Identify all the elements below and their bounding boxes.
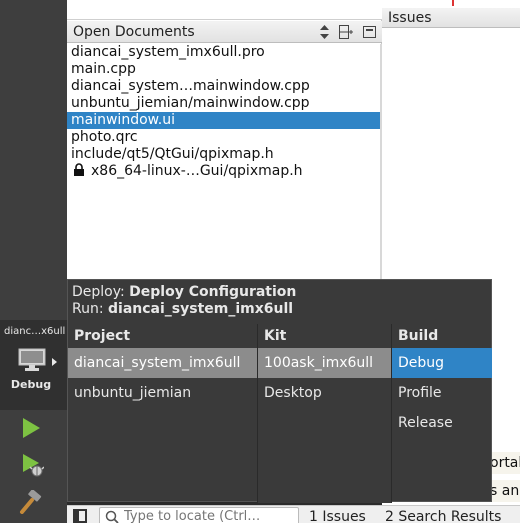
list-item[interactable]: diancai_system_imx6ull.pro <box>67 44 382 61</box>
kit-column-title: Kit <box>264 328 287 344</box>
toggle-sidebar-icon[interactable] <box>73 509 87 523</box>
pane-top-strip <box>67 0 382 20</box>
build-hammer-icon[interactable] <box>19 490 43 514</box>
project-column-title: Project <box>74 328 131 344</box>
kit-target-selector[interactable]: dianc…x6ull Debug <box>0 320 67 410</box>
run-line: Run: diancai_system_imx6ull <box>72 301 296 318</box>
status-bar: 1 Issues 2 Search Results <box>67 505 520 523</box>
build-row[interactable]: Profile <box>392 378 492 408</box>
list-item[interactable]: main.cpp <box>67 61 382 78</box>
locator-input[interactable] <box>124 508 294 523</box>
list-item[interactable]: unbuntu_jiemian/mainwindow.cpp <box>67 95 382 112</box>
config-columns: Project diancai_system_imx6ull unbuntu_j… <box>68 324 493 503</box>
tab-search-results[interactable]: 2 Search Results <box>385 509 501 523</box>
document-label: main.cpp <box>71 61 136 77</box>
kit-row[interactable]: Desktop <box>258 378 391 408</box>
kit-name: dianc…x6ull <box>4 326 66 337</box>
run-configuration-popup: Deploy: Deploy Configuration Run: dianca… <box>67 279 493 503</box>
issue-text-fragment: s and <box>490 480 520 502</box>
locator[interactable] <box>99 507 299 523</box>
up-down-arrows-icon[interactable] <box>320 25 329 39</box>
deploy-value: Deploy Configuration <box>129 284 297 300</box>
issues-title: Issues <box>388 10 432 26</box>
mode-bar-background <box>0 0 67 312</box>
list-item-selected[interactable]: mainwindow.ui <box>67 112 382 129</box>
build-column: Build Debug Profile Release <box>392 324 492 503</box>
open-documents-list: diancai_system_imx6ull.pro main.cpp dian… <box>67 44 382 180</box>
chevron-right-icon <box>52 358 57 366</box>
document-label: mainwindow.ui <box>71 112 176 128</box>
search-icon <box>105 510 119 523</box>
popup-header: Deploy: Deploy Configuration Run: dianca… <box>72 284 296 318</box>
document-label: include/qt5/QtGui/qpixmap.h <box>71 146 274 162</box>
build-column-title: Build <box>398 328 439 344</box>
list-item[interactable]: include/qt5/QtGui/qpixmap.h <box>67 146 382 163</box>
close-pane-icon[interactable] <box>363 26 376 38</box>
list-item[interactable]: diancai_system…mainwindow.cpp <box>67 78 382 95</box>
kit-column: Kit 100ask_imx6ull Desktop <box>258 324 391 503</box>
project-row[interactable]: diancai_system_imx6ull <box>68 348 257 378</box>
kit-build-label: Debug <box>10 378 52 391</box>
document-label: x86_64-linux-…Gui/qpixmap.h <box>91 163 303 179</box>
kit-row[interactable]: 100ask_imx6ull <box>258 348 391 378</box>
tab-issues[interactable]: 1 Issues <box>309 509 366 523</box>
mode-bar: dianc…x6ull Debug <box>0 0 67 523</box>
monitor-icon <box>18 348 46 371</box>
debug-run-icon[interactable] <box>20 453 44 477</box>
issue-text-fragment: ortal <box>490 452 520 474</box>
open-documents-pane: Open Documents diancai_system_imx6ull.pr… <box>67 0 382 280</box>
document-label: diancai_system_imx6ull.pro <box>71 44 265 60</box>
deploy-label: Deploy: <box>72 284 125 300</box>
deploy-line: Deploy: Deploy Configuration <box>72 284 296 301</box>
project-column: Project diancai_system_imx6ull unbuntu_j… <box>68 324 257 503</box>
open-documents-header: Open Documents <box>67 21 382 43</box>
document-label: photo.qrc <box>71 129 138 145</box>
red-marker <box>452 0 454 6</box>
build-row[interactable]: Debug <box>392 348 492 378</box>
run-value: diancai_system_imx6ull <box>108 301 294 317</box>
run-icon[interactable] <box>20 417 42 439</box>
open-documents-title: Open Documents <box>73 24 195 40</box>
list-item[interactable]: x86_64-linux-…Gui/qpixmap.h <box>67 163 382 180</box>
document-label: diancai_system…mainwindow.cpp <box>71 78 310 94</box>
project-row[interactable]: unbuntu_jiemian <box>68 378 257 408</box>
run-label: Run: <box>72 301 104 317</box>
build-row[interactable]: Release <box>392 408 492 438</box>
list-item[interactable]: photo.qrc <box>67 129 382 146</box>
split-icon[interactable] <box>339 25 353 39</box>
issues-header: Issues <box>382 8 520 28</box>
document-label: unbuntu_jiemian/mainwindow.cpp <box>71 95 310 111</box>
lock-icon <box>74 163 84 176</box>
